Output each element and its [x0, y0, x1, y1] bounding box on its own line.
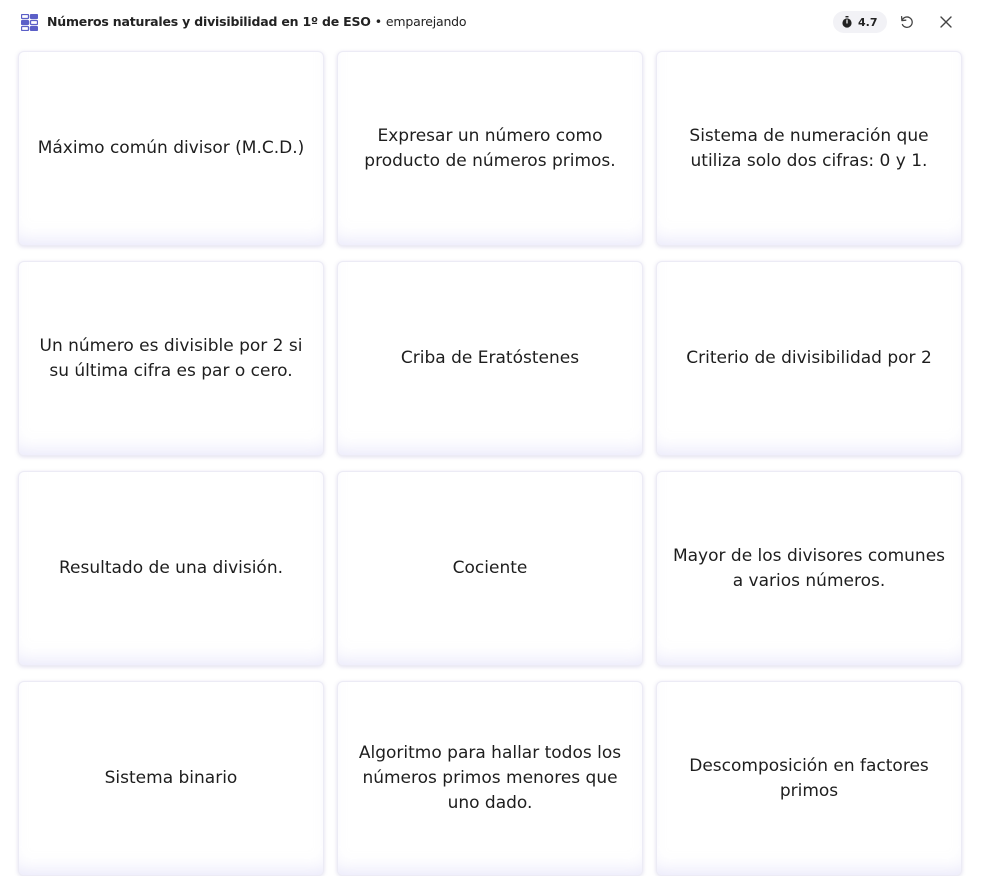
match-card[interactable]: Descomposición en factores primos	[656, 681, 962, 876]
match-card[interactable]: Sistema de numeración que utiliza solo d…	[656, 51, 962, 246]
card-text: Algoritmo para hallar todos los números …	[358, 743, 622, 813]
card-text: Cociente	[452, 558, 528, 578]
match-card[interactable]: Mayor de los divisores comunes a varios …	[656, 471, 962, 666]
timer-badge: 4.7	[833, 11, 887, 33]
close-button[interactable]	[935, 11, 957, 33]
card-text: Máximo común divisor (M.C.D.)	[37, 138, 305, 158]
restart-button[interactable]	[896, 11, 918, 33]
stopwatch-icon	[842, 16, 852, 28]
card-text: Descomposición en factores primos	[689, 755, 929, 801]
mode-label: emparejando	[385, 14, 467, 29]
card-text: Criba de Eratóstenes	[400, 348, 580, 368]
close-icon	[940, 16, 952, 28]
match-card[interactable]: Máximo común divisor (M.C.D.)	[18, 51, 324, 246]
card-text: Expresar un número como producto de núme…	[364, 125, 616, 171]
card-text: Resultado de una división.	[58, 558, 284, 578]
match-card[interactable]: Algoritmo para hallar todos los números …	[337, 681, 643, 876]
match-card[interactable]: Cociente	[337, 471, 643, 666]
title-separator: •	[374, 14, 382, 29]
match-card[interactable]: Expresar un número como producto de núme…	[337, 51, 643, 246]
course-title: Números naturales y divisibilidad en 1º …	[47, 14, 371, 29]
card-text: Un número es divisible por 2 si su últim…	[39, 335, 303, 381]
restart-icon	[900, 15, 913, 29]
card-text: Sistema de numeración que utiliza solo d…	[689, 125, 929, 171]
header-bar: Números naturales y divisibilidad en 1º …	[0, 0, 986, 44]
page-title: Números naturales y divisibilidad en 1º …	[47, 14, 467, 29]
timer-value: 4.7	[858, 15, 878, 29]
match-card[interactable]: Resultado de una división.	[18, 471, 324, 666]
match-card[interactable]: Criba de Eratóstenes	[337, 261, 643, 456]
card-text: Mayor de los divisores comunes a varios …	[672, 545, 946, 591]
card-text: Criterio de divisibilidad por 2	[686, 348, 932, 368]
matching-grid: Máximo común divisor (M.C.D.) Expresar u…	[18, 51, 963, 876]
cards-grid-icon	[21, 14, 38, 31]
match-card[interactable]: Criterio de divisibilidad por 2	[656, 261, 962, 456]
match-card[interactable]: Sistema binario	[18, 681, 324, 876]
match-card[interactable]: Un número es divisible por 2 si su últim…	[18, 261, 324, 456]
card-text: Sistema binario	[104, 768, 238, 788]
